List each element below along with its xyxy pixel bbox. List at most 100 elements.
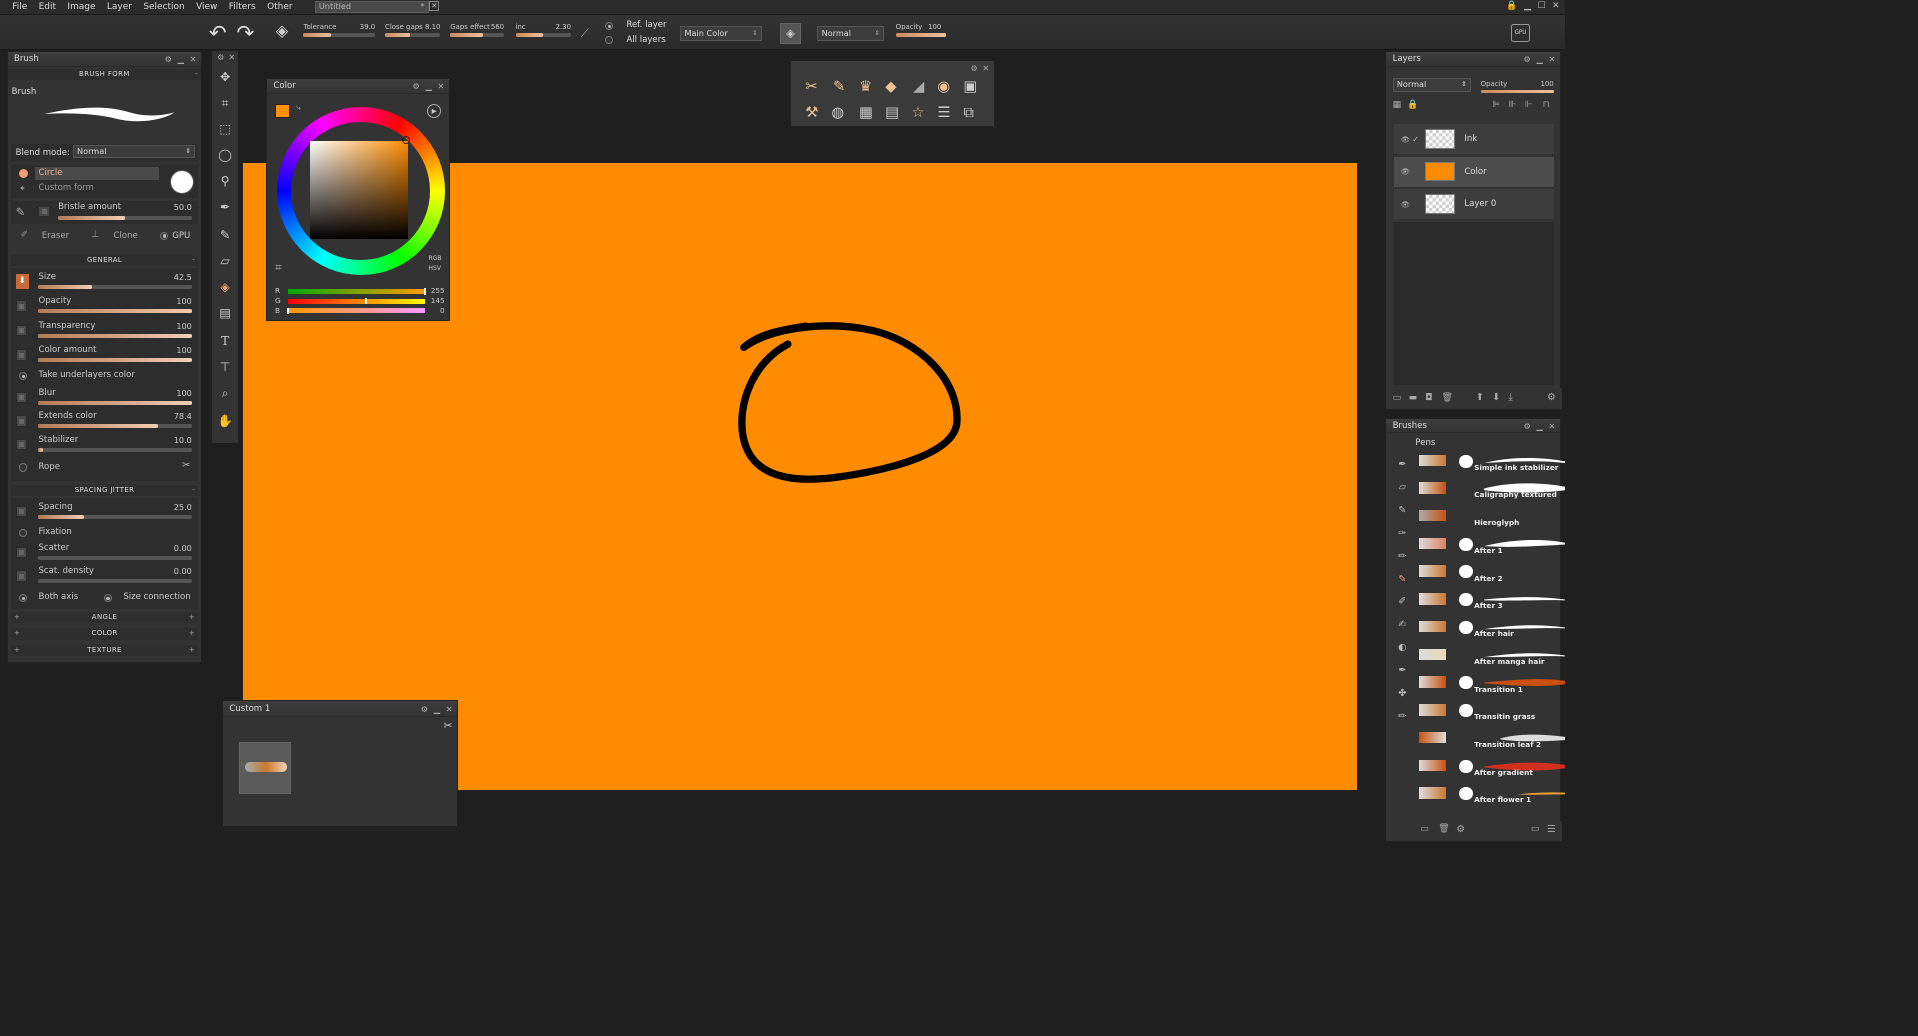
bristle-checkbox[interactable] (38, 205, 50, 218)
gaps-effect-slider[interactable] (450, 33, 505, 37)
hsv-mode-label[interactable]: HSV (428, 265, 441, 272)
rope-radio[interactable] (18, 463, 28, 472)
expand-icon[interactable]: + (189, 612, 195, 623)
brush-blend-select[interactable]: Normal ⇕ (72, 145, 196, 159)
brush-settings-icon[interactable]: ⚙ (1456, 824, 1465, 835)
settings-icon[interactable]: ⚙ (971, 63, 978, 73)
visibility-eye-icon[interactable]: 👁 (1401, 167, 1410, 176)
blur-slider[interactable] (38, 400, 192, 405)
saturation-value-square[interactable] (310, 141, 408, 240)
color-amount-slider[interactable] (38, 358, 192, 363)
hand-tool-icon[interactable]: ✋ (215, 412, 235, 432)
align-bottom-icon[interactable]: ⊓ (1543, 100, 1550, 110)
g-channel-handle[interactable] (365, 297, 367, 305)
lock-transparency-icon[interactable]: ▦ (1393, 100, 1401, 110)
delete-layer-icon[interactable]: 🗑 (1442, 393, 1453, 403)
both-axis-radio[interactable] (18, 593, 28, 603)
image-icon[interactable]: ▣ (964, 78, 978, 95)
minimize-panel-icon[interactable]: ▁ (1537, 419, 1543, 434)
crop-tool-icon[interactable]: ⌗ (215, 94, 235, 114)
undo-icon[interactable]: ↶ (209, 20, 227, 45)
menu-view[interactable]: View (190, 2, 223, 12)
redo-icon[interactable]: ↷ (237, 20, 255, 45)
custom-brush-slot[interactable] (239, 741, 292, 794)
delete-brush-icon[interactable]: 🗑 (1438, 824, 1449, 834)
close-panel-icon[interactable]: ✕ (982, 63, 989, 73)
spacing-checkbox[interactable] (15, 505, 28, 518)
brush-form-header[interactable]: BRUSH FORM - (7, 68, 202, 81)
brush-item[interactable]: After 1 (1418, 531, 1566, 559)
crown-icon[interactable]: ♛ (859, 78, 872, 95)
minimize-panel-icon[interactable]: ▁ (426, 79, 432, 94)
grid-icon[interactable]: ▦ (859, 104, 873, 121)
custom-tools-icon[interactable]: ✂ (444, 720, 453, 732)
paint-roller-tool-icon[interactable]: ⊤ (215, 358, 235, 378)
layer-row-ink[interactable]: 👁 ✓ Ink (1394, 124, 1555, 156)
toolbar-opacity-slider[interactable] (895, 33, 947, 37)
spacing-slider[interactable] (38, 514, 192, 519)
layers-stack-icon[interactable]: ◆ (885, 78, 896, 95)
thumbnail-view-icon[interactable]: ▭ (1531, 824, 1539, 834)
close-panel-icon[interactable]: ✕ (190, 52, 197, 67)
circle-option[interactable]: Circle (35, 166, 160, 180)
new-folder-icon[interactable]: ▬ (1409, 393, 1417, 403)
settings-icon[interactable]: ⚙ (413, 79, 420, 94)
layer-opacity-slider[interactable] (1480, 89, 1554, 94)
gpu-icon[interactable]: GPU (1510, 24, 1531, 43)
star-icon[interactable]: ☆ (911, 104, 924, 121)
align-left-icon[interactable]: ⊫ (1492, 100, 1500, 110)
brush-item[interactable]: Transition 1 (1418, 670, 1566, 698)
angle-header[interactable]: + ANGLE + (10, 611, 199, 624)
close-panel-icon[interactable]: ✕ (1549, 419, 1556, 434)
play-icon[interactable]: ▶ (426, 103, 442, 119)
color-amount-checkbox[interactable] (15, 349, 28, 361)
merge-icon[interactable]: ⤓ (1508, 392, 1512, 403)
brush-item[interactable]: Simple ink stabilizer (1418, 448, 1566, 476)
fill-tool-icon[interactable]: ◈ (215, 278, 235, 298)
move-down-icon[interactable]: ⬇ (1492, 392, 1500, 403)
lock-layer-icon[interactable]: 🔒 (1407, 100, 1418, 110)
expand-icon[interactable]: + (189, 628, 195, 639)
opacity-slider[interactable] (38, 309, 192, 314)
text-tool-icon[interactable]: T (215, 332, 235, 352)
brush-item[interactable]: After gradient (1418, 753, 1566, 781)
menu-layer[interactable]: Layer (101, 2, 137, 12)
rgb-mode-label[interactable]: RGB (428, 255, 441, 262)
mask-icon[interactable]: ◘ (1425, 393, 1432, 403)
stabilizer-checkbox[interactable] (15, 439, 28, 451)
record-icon[interactable]: ◉ (937, 78, 950, 95)
settings-icon[interactable]: ⚙ (421, 701, 428, 717)
expand-icon[interactable]: + (14, 628, 20, 639)
rope-tools-icon[interactable]: ✂ (182, 460, 190, 471)
close-tab-icon[interactable]: ✕ (429, 1, 440, 12)
blend-mode-select[interactable]: Normal ⇕ (817, 26, 885, 41)
brush-item[interactable]: Transitin grass (1418, 698, 1566, 726)
collapse-icon[interactable]: - (195, 69, 198, 80)
menu-file[interactable]: File (7, 2, 33, 12)
stabilizer-slider[interactable] (38, 447, 192, 453)
menu-filters[interactable]: Filters (223, 2, 261, 12)
eyedropper-tool-icon[interactable]: ✒ (215, 198, 235, 218)
size-slider[interactable] (38, 284, 192, 289)
brush-item[interactable]: Caligraphy textured (1418, 476, 1566, 504)
minimize-panel-icon[interactable]: ▁ (434, 701, 440, 717)
close-panel-icon[interactable]: ✕ (1549, 52, 1556, 67)
tools-icon[interactable]: ✂ (805, 78, 817, 95)
r-channel-slider[interactable] (288, 288, 426, 295)
move-tool-icon[interactable]: ✥ (215, 68, 235, 88)
collapse-icon[interactable]: - (192, 255, 195, 266)
inc-slider[interactable] (515, 33, 571, 37)
brush-settings-icon[interactable]: ✎ (833, 78, 845, 95)
rect-select-tool-icon[interactable]: ⬚ (215, 120, 235, 140)
close-panel-icon[interactable]: ✕ (446, 701, 453, 717)
gradient-tool-icon[interactable]: ▤ (215, 304, 235, 324)
layer-blend-select[interactable]: Normal ⇕ (1392, 78, 1471, 92)
alpha-fill-icon[interactable]: ◈ (779, 22, 801, 45)
g-channel-slider[interactable] (288, 297, 426, 305)
brush-item[interactable]: Hieroglyph (1418, 503, 1566, 531)
align-right-icon[interactable]: ⊩ (1525, 100, 1533, 110)
b-channel-handle[interactable] (287, 307, 289, 315)
brush-item[interactable]: After 3 (1418, 587, 1566, 615)
collapse-icon[interactable]: - (192, 485, 195, 496)
close-gaps-slider[interactable] (385, 33, 441, 37)
